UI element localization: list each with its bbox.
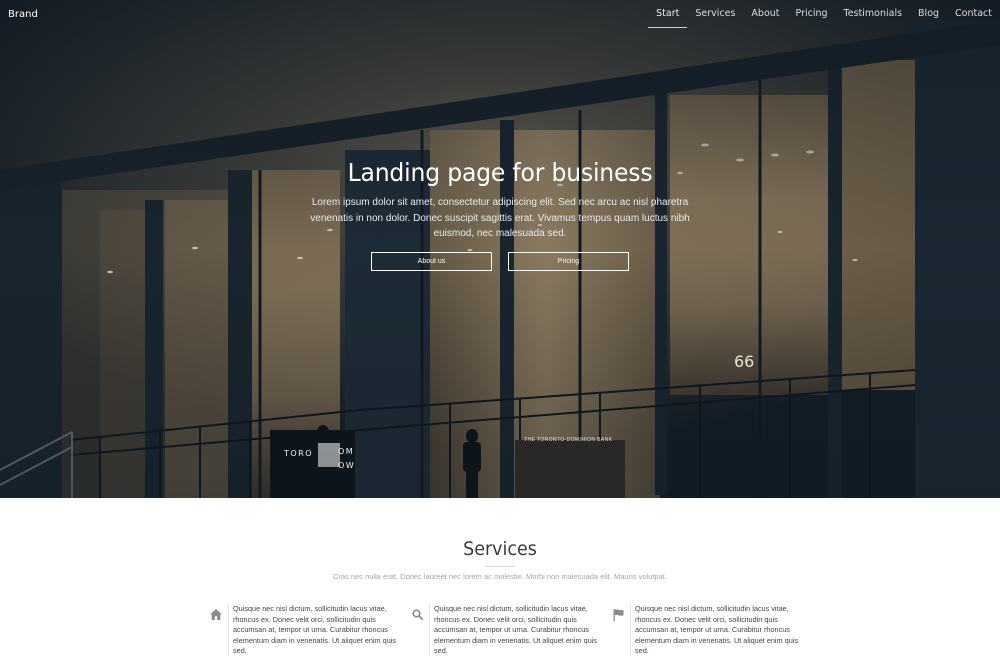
sign-line-3: OW (338, 461, 356, 470)
services-divider (485, 566, 515, 567)
nav-item-start[interactable]: Start (648, 0, 688, 28)
service-card-text: Quisque nec nisl dictum, sollicitudin la… (434, 604, 598, 656)
nav-item-services[interactable]: Services (687, 0, 743, 28)
nav-item-blog[interactable]: Blog (910, 0, 947, 28)
about-us-button[interactable]: About us (371, 251, 492, 271)
flag-icon (606, 604, 630, 624)
card-divider (228, 604, 229, 656)
hero-text: Lorem ipsum dolor sit amet, consectetur … (310, 197, 690, 239)
service-card-search: Quisque nec nisl dictum, sollicitudin la… (405, 604, 606, 656)
service-card-text: Quisque nec nisl dictum, sollicitudin la… (233, 604, 397, 656)
hero-content: Landing page for business Lorem ipsum do… (0, 158, 1000, 271)
card-divider (630, 604, 631, 656)
services-section: Services Cras nec nulla erat. Donec laor… (0, 498, 1000, 656)
services-cards: Quisque nec nisl dictum, sollicitudin la… (204, 604, 804, 656)
services-title: Services (463, 538, 537, 560)
search-icon (405, 604, 429, 624)
nav-menu: Start Services About Pricing Testimonial… (648, 0, 992, 28)
nav-item-pricing[interactable]: Pricing (788, 0, 836, 28)
service-card-flag: Quisque nec nisl dictum, sollicitudin la… (606, 604, 807, 656)
sign-line-2: OM (338, 447, 355, 456)
pricing-button[interactable]: Pricing (508, 251, 629, 271)
building-number: 66 (734, 352, 755, 371)
brand-logo[interactable]: Brand (8, 9, 38, 20)
service-card-home: Quisque nec nisl dictum, sollicitudin la… (204, 604, 405, 656)
hero-section: 66 THE TORONTO-DOMINION BANK TORO OM OW … (0, 0, 1000, 498)
nav-item-contact[interactable]: Contact (947, 0, 992, 28)
service-card-text: Quisque nec nisl dictum, sollicitudin la… (635, 604, 799, 656)
navbar: Brand Start Services About Pricing Testi… (0, 0, 1000, 28)
hero-title: Landing page for business (347, 158, 653, 187)
hero-buttons: About us Pricing (0, 251, 1000, 271)
services-subtitle: Cras nec nulla erat. Donec laoreet nec l… (333, 572, 667, 581)
sign-line-1: TORO (284, 449, 314, 458)
card-divider (429, 604, 430, 656)
nav-item-about[interactable]: About (743, 0, 787, 28)
nav-item-testimonials[interactable]: Testimonials (836, 0, 910, 28)
bank-sign: THE TORONTO-DOMINION BANK (524, 437, 613, 443)
home-icon (204, 604, 228, 624)
